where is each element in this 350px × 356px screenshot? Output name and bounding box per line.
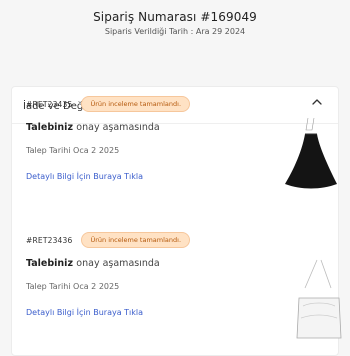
black-dress-image[interactable] xyxy=(281,116,341,206)
return-item: #RET23435 Ürün inceleme tamamlandı. Tale… xyxy=(11,86,339,216)
white-top-image[interactable] xyxy=(291,258,347,348)
item-title-rest: onay aşamasında xyxy=(76,122,160,133)
request-date: Talep Tarihi Oca 2 2025 xyxy=(26,146,120,155)
item-title-rest: onay aşamasında xyxy=(76,258,160,269)
return-code: #RET23436 xyxy=(26,235,73,245)
return-item: #RET23436 Ürün inceleme tamamlandı. Tale… xyxy=(11,222,342,352)
status-badge: Ürün inceleme tamamlandı. xyxy=(81,96,191,112)
item-title: Talebiniz onay aşamasında xyxy=(26,122,160,133)
order-date: Siparis Verildiği Tarih : Ara 29 2024 xyxy=(104,27,246,36)
status-badge: Ürün inceleme tamamlandı. xyxy=(81,232,191,248)
details-link[interactable]: Detaylı Bilgi İçin Buraya Tıkla xyxy=(26,308,143,317)
details-link[interactable]: Detaylı Bilgi İçin Buraya Tıkla xyxy=(26,172,143,181)
return-code: #RET23435 xyxy=(26,99,73,109)
order-header: Sipariş Numarası #169049 Siparis Verildi… xyxy=(0,0,350,56)
request-date: Talep Tarihi Oca 2 2025 xyxy=(26,282,120,291)
item-title-bold: Talebiniz xyxy=(26,258,73,269)
item-title: Talebiniz onay aşamasında xyxy=(26,258,160,269)
order-number: Sipariş Numarası #169049 xyxy=(93,10,257,24)
item-title-bold: Talebiniz xyxy=(26,122,73,133)
